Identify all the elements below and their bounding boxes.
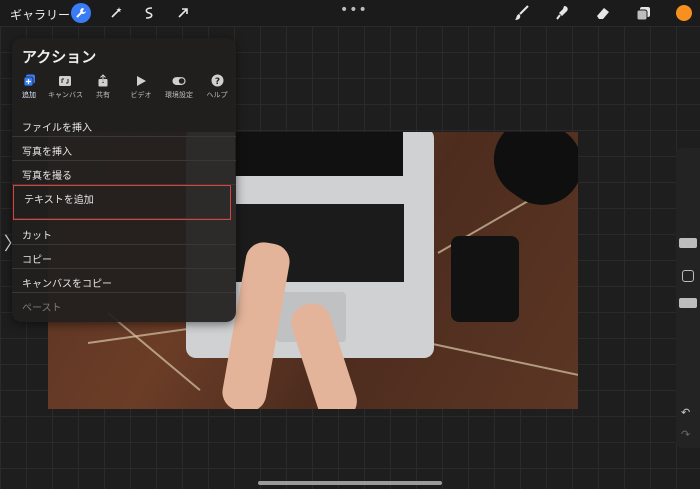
transform-arrow-icon[interactable] [173,3,193,23]
tab-help[interactable]: ? ヘルプ [200,74,234,100]
color-picker-button[interactable] [676,5,692,21]
top-toolbar: ギャラリー ••• [0,0,700,26]
magic-wand-icon[interactable] [106,3,126,23]
tab-share[interactable]: 共有 [86,74,120,100]
tab-add[interactable]: 追加 [12,74,46,100]
menu-item-insert-photo[interactable]: 写真を挿入 [12,138,236,161]
eraser-icon[interactable] [593,4,613,22]
wrench-icon[interactable] [71,3,91,23]
home-indicator [258,481,442,485]
tab-canvas[interactable]: キャンバス [48,74,83,100]
menu-item-take-photo[interactable]: 写真を撮る [12,162,236,185]
more-menu[interactable]: ••• [340,2,368,18]
opacity-slider[interactable] [679,298,697,308]
actions-tabs: 追加 キャンバス 共有 ビデオ 環境設定 ? ヘルプ [12,74,236,100]
video-icon [134,74,148,87]
menu-item-paste: ペースト [22,303,62,314]
menu-item-copy-canvas[interactable]: キャンバスをコピー [12,270,236,293]
undo-button[interactable]: ↶ [681,406,690,419]
panel-title: アクション [22,48,97,66]
canvas-icon [58,74,72,87]
tab-preferences[interactable]: 環境設定 [162,74,196,100]
gallery-button[interactable]: ギャラリー [10,6,70,23]
actions-panel: アクション 追加 キャンバス 共有 ビデオ 環境設定 ? ヘルプ ファイルを挿入… [12,38,236,322]
layers-icon[interactable] [634,4,654,22]
menu-item-insert-file[interactable]: ファイルを挿入 [12,114,236,137]
smudge-icon[interactable] [553,4,573,22]
brush-icon[interactable] [512,4,532,22]
add-icon [22,74,36,87]
menu-item-add-text[interactable]: テキストを追加 [13,185,231,220]
share-icon [96,74,110,87]
modify-button[interactable] [682,270,694,282]
tab-video[interactable]: ビデオ [124,74,158,100]
brush-size-slider[interactable] [679,238,697,248]
selection-icon[interactable] [139,3,159,23]
help-icon: ? [210,74,224,87]
redo-button[interactable]: ↷ [681,428,690,441]
svg-text:?: ? [214,77,219,87]
toggle-icon [172,74,186,87]
menu-item-cut[interactable]: カット [12,222,236,245]
menu-item-copy[interactable]: コピー [12,246,236,269]
brush-sidebar: ↶ ↷ [676,148,700,448]
